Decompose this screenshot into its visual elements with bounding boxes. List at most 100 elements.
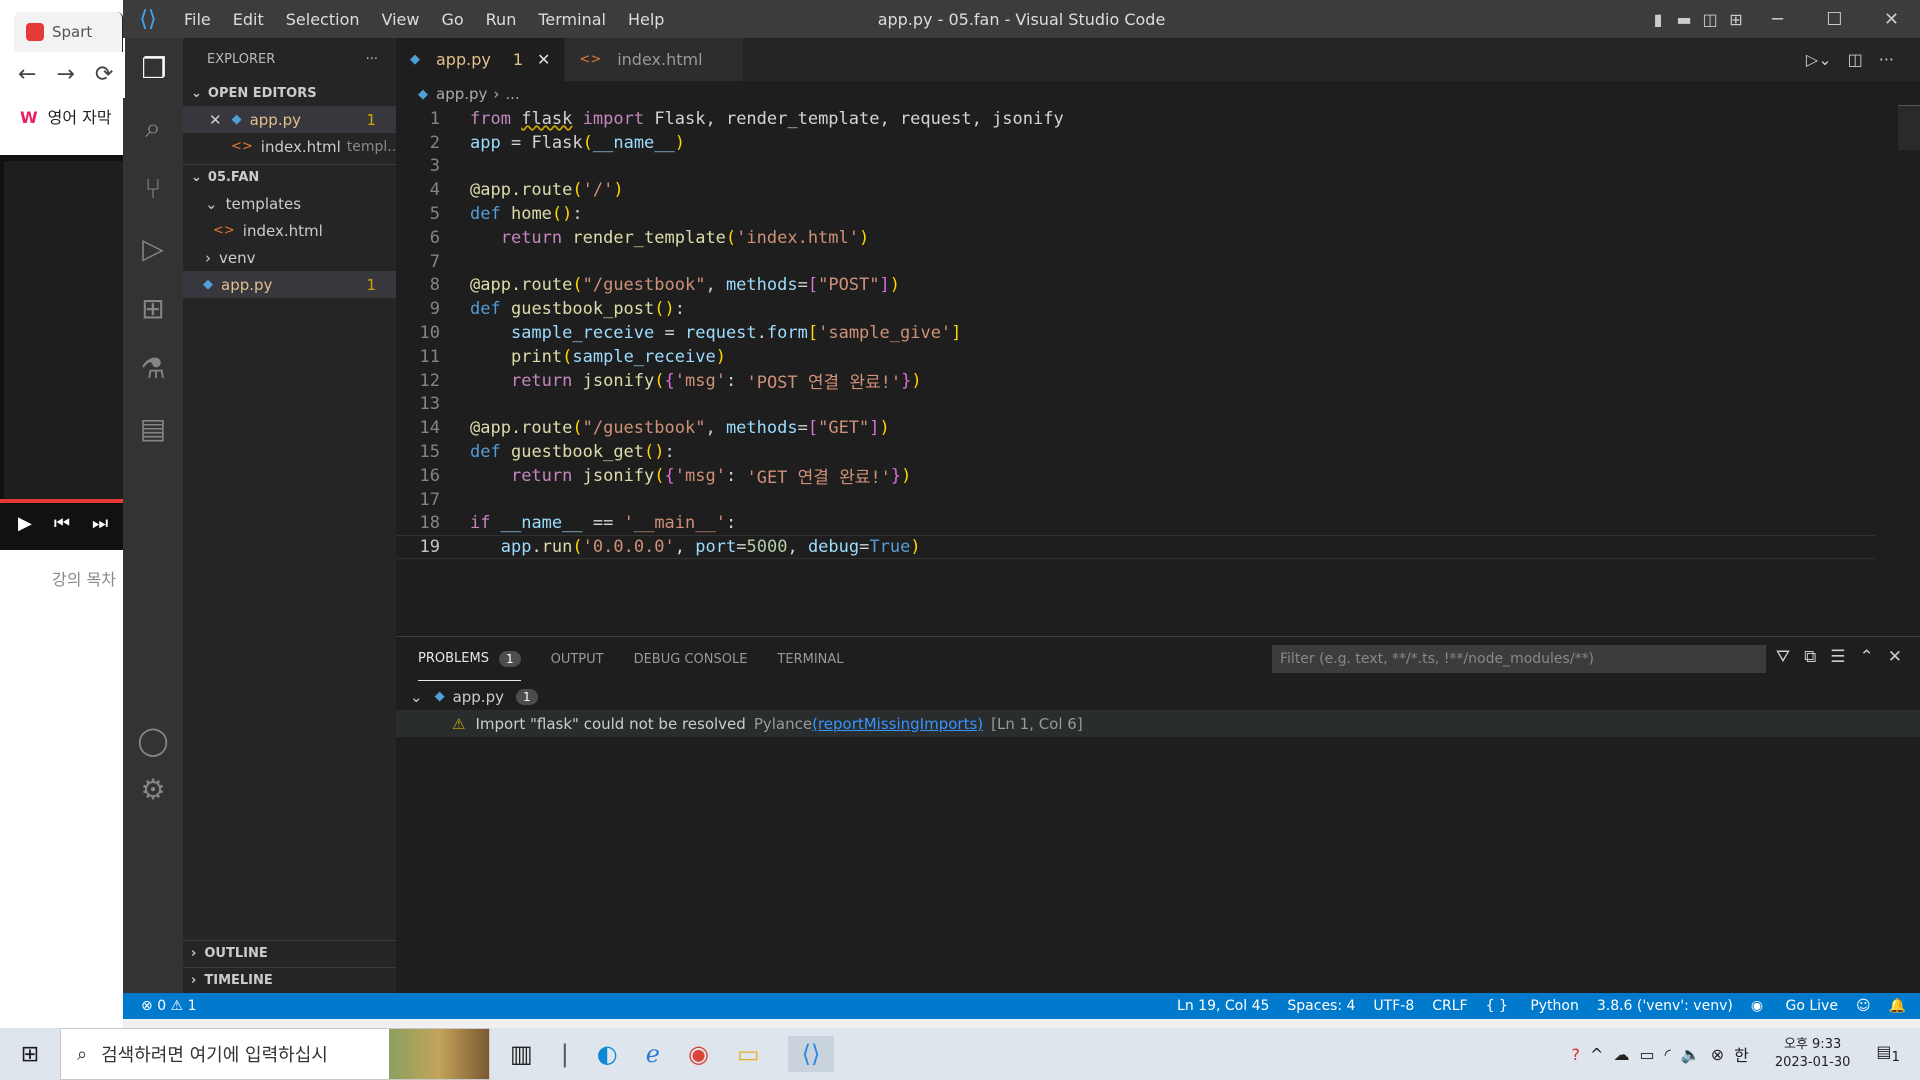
python-interpreter[interactable]: 3.8.6 ('venv': venv) bbox=[1597, 998, 1733, 1014]
tab-terminal[interactable]: TERMINAL bbox=[777, 637, 843, 681]
close-tab-icon[interactable]: ✕ bbox=[537, 50, 550, 69]
toggle-sidebar-icon[interactable]: ▮ bbox=[1645, 10, 1671, 29]
view-as-list-icon[interactable]: ☰ bbox=[1830, 647, 1845, 667]
run-python-icon[interactable]: ▷⌄ bbox=[1806, 50, 1832, 69]
close-circle-icon[interactable]: ⊗ bbox=[1711, 1045, 1724, 1064]
open-editor-app-py[interactable]: ✕ ◆ app.py 1 bbox=[183, 106, 396, 133]
more-actions-icon[interactable]: ··· bbox=[1879, 50, 1894, 69]
collapse-all-icon[interactable]: ⧉ bbox=[1804, 647, 1816, 667]
tab-app-py[interactable]: ◆ app.py 1 ✕ bbox=[396, 38, 566, 81]
menu-file[interactable]: File bbox=[184, 10, 211, 29]
browser-bookmark[interactable]: W 영어 자막 bbox=[20, 104, 112, 128]
edge-icon[interactable]: ◐ bbox=[597, 1040, 618, 1068]
settings-gear-icon[interactable]: ⚙ bbox=[123, 759, 183, 819]
video-progress-bar[interactable] bbox=[0, 499, 123, 503]
system-tray: ? ^ ☁ ▭ ◜ 🔈 ⊗ 한 오후 9:33 2023-01-30 ▤1 bbox=[1572, 1028, 1920, 1080]
tree-folder-templates[interactable]: ⌄ templates bbox=[183, 190, 396, 217]
folder-section[interactable]: ⌄ 05.FAN bbox=[183, 164, 396, 190]
tab-problems[interactable]: PROBLEMS 1 bbox=[418, 637, 521, 681]
explorer-icon[interactable]: ❐ bbox=[123, 38, 183, 98]
split-editor-icon[interactable]: ◫ bbox=[1848, 50, 1863, 69]
tree-folder-venv[interactable]: › venv bbox=[183, 244, 396, 271]
show-hidden-icons[interactable]: ^ bbox=[1590, 1045, 1603, 1064]
problem-item[interactable]: ⚠ Import "flask" could not be resolved Pyl… bbox=[396, 710, 1920, 737]
go-live-button[interactable]: ◉ Go Live bbox=[1751, 998, 1838, 1014]
title-bar: ⟨⟩ File Edit Selection View Go Run Terminal Hel… bbox=[123, 0, 1920, 38]
end-of-line[interactable]: CRLF bbox=[1432, 998, 1467, 1014]
file-explorer-icon[interactable]: ▭ bbox=[737, 1040, 760, 1068]
toggle-secondary-sidebar-icon[interactable]: ◫ bbox=[1697, 10, 1723, 29]
tab-index-html[interactable]: <> index.html bbox=[565, 38, 744, 81]
extensions-icon[interactable]: ⊞ bbox=[123, 278, 183, 338]
menu-help[interactable]: Help bbox=[628, 10, 664, 29]
close-editor-icon[interactable]: ✕ bbox=[209, 111, 222, 129]
code-editor[interactable]: 1 from flask import Flask, render_templat… bbox=[396, 107, 1876, 560]
source-control-icon[interactable]: ⑂ bbox=[123, 158, 183, 218]
tab-debug-console[interactable]: DEBUG CONSOLE bbox=[634, 637, 748, 681]
toggle-panel-icon[interactable]: ▬ bbox=[1671, 10, 1697, 29]
tab-output[interactable]: OUTPUT bbox=[551, 637, 604, 681]
minimap[interactable] bbox=[1898, 105, 1920, 150]
open-editor-index-html[interactable]: <> index.html templ... bbox=[183, 133, 396, 160]
search-icon[interactable]: ⌕ bbox=[123, 98, 183, 158]
explorer-sidebar: EXPLORER ··· ⌄ OPEN EDITORS ✕ ◆ app.py 1 <> in… bbox=[183, 38, 396, 993]
video-controls[interactable]: ▶⏮⏭ bbox=[18, 513, 123, 534]
vscode-taskbar-icon[interactable]: ⟨⟩ bbox=[787, 1036, 835, 1072]
problems-filter-input[interactable]: Filter (e.g. text, **/*.ts, !**/node_mod… bbox=[1272, 645, 1766, 673]
customize-layout-icon[interactable]: ⊞ bbox=[1723, 10, 1749, 29]
problems-status[interactable]: ⊗ 0 ⚠ 1 bbox=[141, 998, 196, 1014]
windows-start-icon[interactable]: ⊞ bbox=[0, 1042, 60, 1067]
tree-file-app-py[interactable]: ◆ app.py 1 bbox=[183, 271, 396, 298]
site-favicon-icon bbox=[26, 23, 44, 41]
encoding[interactable]: UTF-8 bbox=[1373, 998, 1414, 1014]
toc-label[interactable]: 강의 목차 bbox=[52, 566, 116, 590]
code-line: 9 def guestbook_post(): bbox=[429, 299, 685, 320]
problems-file-row[interactable]: ⌄ ◆ app.py 1 bbox=[396, 683, 1920, 710]
taskbar-search[interactable]: ⌕ 검색하려면 여기에 입력하십시 bbox=[60, 1028, 490, 1080]
help-alert-icon[interactable]: ? bbox=[1572, 1045, 1581, 1064]
menu-selection[interactable]: Selection bbox=[286, 10, 360, 29]
open-editors-section[interactable]: ⌄ OPEN EDITORS bbox=[183, 80, 396, 106]
editor-area: ◆ app.py 1 ✕ <> index.html ▷⌄ ◫ ··· ◆ app.py ›..… bbox=[396, 38, 1920, 636]
maximize-icon[interactable]: ☐ bbox=[1806, 9, 1863, 30]
browser-nav-icons[interactable]: ←→⟳ bbox=[18, 62, 123, 87]
ime-indicator[interactable]: 한 bbox=[1734, 1042, 1749, 1066]
tree-file-index-html[interactable]: <> index.html bbox=[183, 217, 396, 244]
video-player[interactable]: ▶⏮⏭ bbox=[0, 155, 123, 550]
timeline-section[interactable]: › TIMELINE bbox=[183, 967, 396, 993]
rule-link[interactable]: (reportMissingImports) bbox=[812, 715, 983, 733]
vscode-logo-icon: ⟨⟩ bbox=[139, 6, 157, 32]
code-line: 6 return render_template('index.html') bbox=[429, 227, 870, 248]
battery-icon[interactable]: ▭ bbox=[1639, 1045, 1654, 1064]
task-view-icon[interactable]: ▥ bbox=[510, 1040, 533, 1068]
feedback-icon[interactable]: ☺ bbox=[1856, 998, 1871, 1014]
menu-edit[interactable]: Edit bbox=[233, 10, 264, 29]
indentation[interactable]: Spaces: 4 bbox=[1287, 998, 1355, 1014]
menu-view[interactable]: View bbox=[382, 10, 420, 29]
code-line: 1 from flask import Flask, render_templat… bbox=[429, 108, 1064, 129]
more-actions-icon[interactable]: ··· bbox=[366, 52, 378, 67]
notification-center-icon[interactable]: ▤1 bbox=[1876, 1042, 1900, 1065]
language-mode[interactable]: { } Python bbox=[1486, 998, 1579, 1014]
network-icon[interactable]: ☁ bbox=[1613, 1045, 1629, 1064]
menu-go[interactable]: Go bbox=[441, 10, 463, 29]
filter-icon[interactable]: ⛛ bbox=[1776, 647, 1790, 667]
chrome-icon[interactable]: ◉ bbox=[688, 1040, 709, 1068]
close-window-icon[interactable]: ✕ bbox=[1863, 9, 1920, 30]
browser-tab[interactable]: Spart bbox=[14, 12, 123, 52]
close-panel-icon[interactable]: ✕ bbox=[1888, 647, 1902, 667]
menu-terminal[interactable]: Terminal bbox=[538, 10, 606, 29]
wifi-icon[interactable]: ◜ bbox=[1665, 1045, 1671, 1064]
maximize-panel-icon[interactable]: ⌃ bbox=[1860, 647, 1874, 667]
cursor-position[interactable]: Ln 19, Col 45 bbox=[1177, 998, 1269, 1014]
taskbar-clock[interactable]: 오후 9:33 2023-01-30 bbox=[1775, 1036, 1851, 1072]
remote-explorer-icon[interactable]: ▤ bbox=[123, 398, 183, 458]
run-debug-icon[interactable]: ▷ bbox=[123, 218, 183, 278]
outline-section[interactable]: › OUTLINE bbox=[183, 940, 396, 966]
volume-icon[interactable]: 🔈 bbox=[1681, 1045, 1701, 1064]
notifications-bell-icon[interactable]: 🔔 bbox=[1889, 998, 1906, 1014]
testing-icon[interactable]: ⚗ bbox=[123, 338, 183, 398]
internet-explorer-icon[interactable]: ℯ bbox=[646, 1040, 660, 1068]
minimize-icon[interactable]: ─ bbox=[1749, 9, 1806, 30]
menu-run[interactable]: Run bbox=[486, 10, 517, 29]
